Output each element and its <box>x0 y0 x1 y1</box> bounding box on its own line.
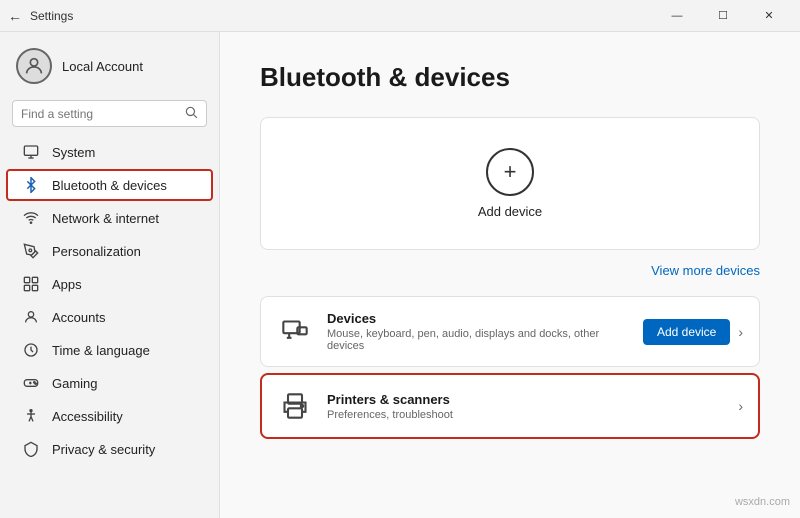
sidebar-item-label-bluetooth: Bluetooth & devices <box>52 178 167 193</box>
sidebar: Local Account System <box>0 32 220 518</box>
network-icon <box>22 209 40 227</box>
sidebar-item-personalization[interactable]: Personalization <box>6 235 213 267</box>
sidebar-item-label-accessibility: Accessibility <box>52 409 123 424</box>
sidebar-item-apps[interactable]: Apps <box>6 268 213 300</box>
devices-subtitle: Mouse, keyboard, pen, audio, displays an… <box>327 328 629 352</box>
bluetooth-icon <box>22 176 40 194</box>
chevron-right-icon: › <box>738 324 743 340</box>
titlebar-title: Settings <box>30 9 73 23</box>
plus-icon: + <box>504 161 517 183</box>
titlebar: ← Settings — ☐ ✕ <box>0 0 800 32</box>
devices-icon <box>277 314 313 350</box>
sidebar-item-accounts[interactable]: Accounts <box>6 301 213 333</box>
chevron-right-icon-printers: › <box>738 398 743 414</box>
time-icon <box>22 341 40 359</box>
add-device-card-label: Add device <box>478 204 542 219</box>
maximize-button[interactable]: ☐ <box>700 0 746 32</box>
accounts-icon <box>22 308 40 326</box>
printers-row-action: › <box>738 398 743 414</box>
search-input[interactable] <box>21 107 178 121</box>
account-name: Local Account <box>62 59 143 74</box>
search-icon <box>184 105 198 122</box>
sidebar-nav: System Bluetooth & devices Network & int… <box>0 135 219 518</box>
avatar <box>16 48 52 84</box>
main-content: Bluetooth & devices + Add device View mo… <box>220 32 800 518</box>
page-title: Bluetooth & devices <box>260 62 760 93</box>
sidebar-item-label-apps: Apps <box>52 277 82 292</box>
devices-row-action: Add device › <box>643 319 743 345</box>
devices-row-text: Devices Mouse, keyboard, pen, audio, dis… <box>327 311 629 352</box>
personalization-icon <box>22 242 40 260</box>
printers-icon <box>277 388 313 424</box>
sidebar-item-label-personalization: Personalization <box>52 244 141 259</box>
privacy-icon <box>22 440 40 458</box>
sidebar-item-label-accounts: Accounts <box>52 310 105 325</box>
minimize-button[interactable]: — <box>654 0 700 32</box>
sidebar-item-system[interactable]: System <box>6 136 213 168</box>
sidebar-account[interactable]: Local Account <box>0 40 219 96</box>
accessibility-icon <box>22 407 40 425</box>
sidebar-item-bluetooth[interactable]: Bluetooth & devices <box>6 169 213 201</box>
sidebar-item-label-time: Time & language <box>52 343 150 358</box>
sidebar-item-label-gaming: Gaming <box>52 376 98 391</box>
settings-row-printers[interactable]: Printers & scanners Preferences, trouble… <box>260 373 760 439</box>
add-device-card[interactable]: + Add device <box>260 117 760 250</box>
monitor-icon <box>22 143 40 161</box>
settings-row-devices[interactable]: Devices Mouse, keyboard, pen, audio, dis… <box>260 296 760 367</box>
add-device-circle-icon: + <box>486 148 534 196</box>
titlebar-controls: — ☐ ✕ <box>654 0 792 32</box>
sidebar-item-label-network: Network & internet <box>52 211 159 226</box>
printers-title: Printers & scanners <box>327 392 724 407</box>
view-more-anchor[interactable]: View more devices <box>651 263 760 278</box>
close-button[interactable]: ✕ <box>746 0 792 32</box>
sidebar-item-accessibility[interactable]: Accessibility <box>6 400 213 432</box>
view-more-link[interactable]: View more devices <box>260 262 760 280</box>
printers-subtitle: Preferences, troubleshoot <box>327 409 724 421</box>
devices-title: Devices <box>327 311 629 326</box>
gaming-icon <box>22 374 40 392</box>
apps-icon <box>22 275 40 293</box>
sidebar-item-network[interactable]: Network & internet <box>6 202 213 234</box>
sidebar-item-privacy[interactable]: Privacy & security <box>6 433 213 465</box>
sidebar-item-label-system: System <box>52 145 95 160</box>
devices-add-button[interactable]: Add device <box>643 319 730 345</box>
printers-row-text: Printers & scanners Preferences, trouble… <box>327 392 724 421</box>
sidebar-search[interactable] <box>12 100 207 127</box>
sidebar-item-label-privacy: Privacy & security <box>52 442 155 457</box>
titlebar-left: ← Settings <box>8 8 73 24</box>
watermark: wsxdn.com <box>735 496 790 508</box>
back-icon[interactable]: ← <box>8 8 22 24</box>
app-body: Local Account System <box>0 32 800 518</box>
sidebar-item-gaming[interactable]: Gaming <box>6 367 213 399</box>
sidebar-item-time[interactable]: Time & language <box>6 334 213 366</box>
